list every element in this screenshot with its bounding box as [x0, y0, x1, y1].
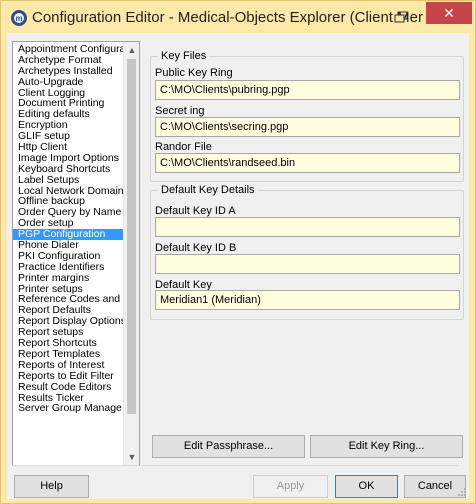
list-item[interactable]: Phone Dialer	[13, 240, 124, 251]
help-button[interactable]: Help	[14, 475, 89, 498]
list-item[interactable]: Image Import Options	[13, 153, 124, 164]
random-file-field[interactable]: C:\MO\Clients\randseed.bin	[155, 153, 460, 173]
list-item[interactable]: Editing defaults	[13, 109, 124, 120]
list-item[interactable]: Keyboard Shortcuts	[13, 164, 124, 175]
category-list[interactable]: Appointment Configura Archetype Format Arc…	[12, 41, 140, 466]
scroll-thumb[interactable]	[127, 59, 136, 414]
cancel-button[interactable]: Cancel	[404, 475, 466, 498]
list-item[interactable]: Offline backup	[13, 196, 124, 207]
edit-key-ring-button[interactable]: Edit Key Ring...	[310, 435, 463, 458]
list-item[interactable]: Reference Codes and	[13, 294, 124, 305]
list-item[interactable]: GLIF setup	[13, 131, 124, 142]
list-item[interactable]: Reports of Interest	[13, 360, 124, 371]
edit-passphrase-button[interactable]: Edit Passphrase...	[152, 435, 305, 458]
list-item[interactable]: Server Group Manage	[13, 403, 124, 414]
list-item[interactable]: Archetype Format	[13, 55, 124, 66]
public-key-ring-label: Public Key Ring	[155, 67, 233, 79]
list-item[interactable]: Report Templates	[13, 349, 124, 360]
list-scrollbar[interactable]: ▲ ▼	[123, 42, 139, 465]
key-files-title: Key Files	[158, 49, 210, 63]
list-item[interactable]: Label Setups	[13, 175, 124, 186]
footer-separator	[12, 465, 458, 466]
size-grip-icon[interactable]	[458, 488, 466, 496]
apply-button[interactable]: Apply	[253, 475, 328, 498]
window-title: Configuration Editor - Medical-Objects E…	[32, 9, 424, 26]
list-item[interactable]: Printer setups	[13, 284, 124, 295]
list-item[interactable]: Printer margins	[13, 273, 124, 284]
secret-key-ring-field[interactable]: C:\MO\Clients\secring.pgp	[155, 117, 460, 137]
list-item[interactable]: PKI Configuration	[13, 251, 124, 262]
app-logo-icon: m	[11, 10, 27, 26]
list-item[interactable]: Reports to Edit Filter	[13, 371, 124, 382]
list-item[interactable]: Auto-Upgrade	[13, 77, 124, 88]
list-item[interactable]: Http Client	[13, 142, 124, 153]
svg-text:m: m	[15, 14, 22, 23]
public-key-ring-field[interactable]: C:\MO\Clients\pubring.pgp	[155, 80, 460, 100]
scroll-down-icon[interactable]: ▼	[124, 449, 139, 465]
title-bar[interactable]: m Configuration Editor - Medical-Objects…	[1, 1, 475, 33]
default-key-id-a-field[interactable]	[155, 217, 460, 237]
default-key-field[interactable]: Meridian1 (Meridian)	[155, 290, 460, 310]
scroll-up-icon[interactable]: ▲	[124, 42, 139, 58]
list-item[interactable]: Appointment Configura	[13, 44, 124, 55]
list-item[interactable]: Practice Identifiers	[13, 262, 124, 273]
list-item[interactable]: Results Ticker	[13, 393, 124, 404]
ok-button[interactable]: OK	[335, 475, 398, 498]
list-item[interactable]: Result Code Editors	[13, 382, 124, 393]
list-item[interactable]: Document Printing	[13, 98, 124, 109]
list-item[interactable]: Local Network Domain	[13, 186, 124, 197]
list-item[interactable]: Report Shortcuts	[13, 338, 124, 349]
list-item[interactable]: Report Defaults	[13, 305, 124, 316]
restore-window-icon[interactable]	[394, 11, 408, 23]
list-item[interactable]: Order Query by Name	[13, 207, 124, 218]
category-list-items: Appointment Configura Archetype Format Arc…	[13, 44, 124, 414]
list-item[interactable]: Encryption	[13, 120, 124, 131]
list-item[interactable]: Client Logging	[13, 88, 124, 99]
list-item[interactable]: Report setups	[13, 327, 124, 338]
list-item[interactable]: Report Display Options	[13, 316, 124, 327]
default-key-id-b-field[interactable]	[155, 254, 460, 274]
close-icon: ✕	[443, 5, 455, 21]
list-item[interactable]: Order setup	[13, 218, 124, 229]
list-item[interactable]: PGP Configuration	[13, 229, 124, 241]
list-item[interactable]: Archetypes Installed	[13, 66, 124, 77]
default-key-details-title: Default Key Details	[158, 183, 258, 197]
close-button[interactable]: ✕	[426, 2, 472, 24]
